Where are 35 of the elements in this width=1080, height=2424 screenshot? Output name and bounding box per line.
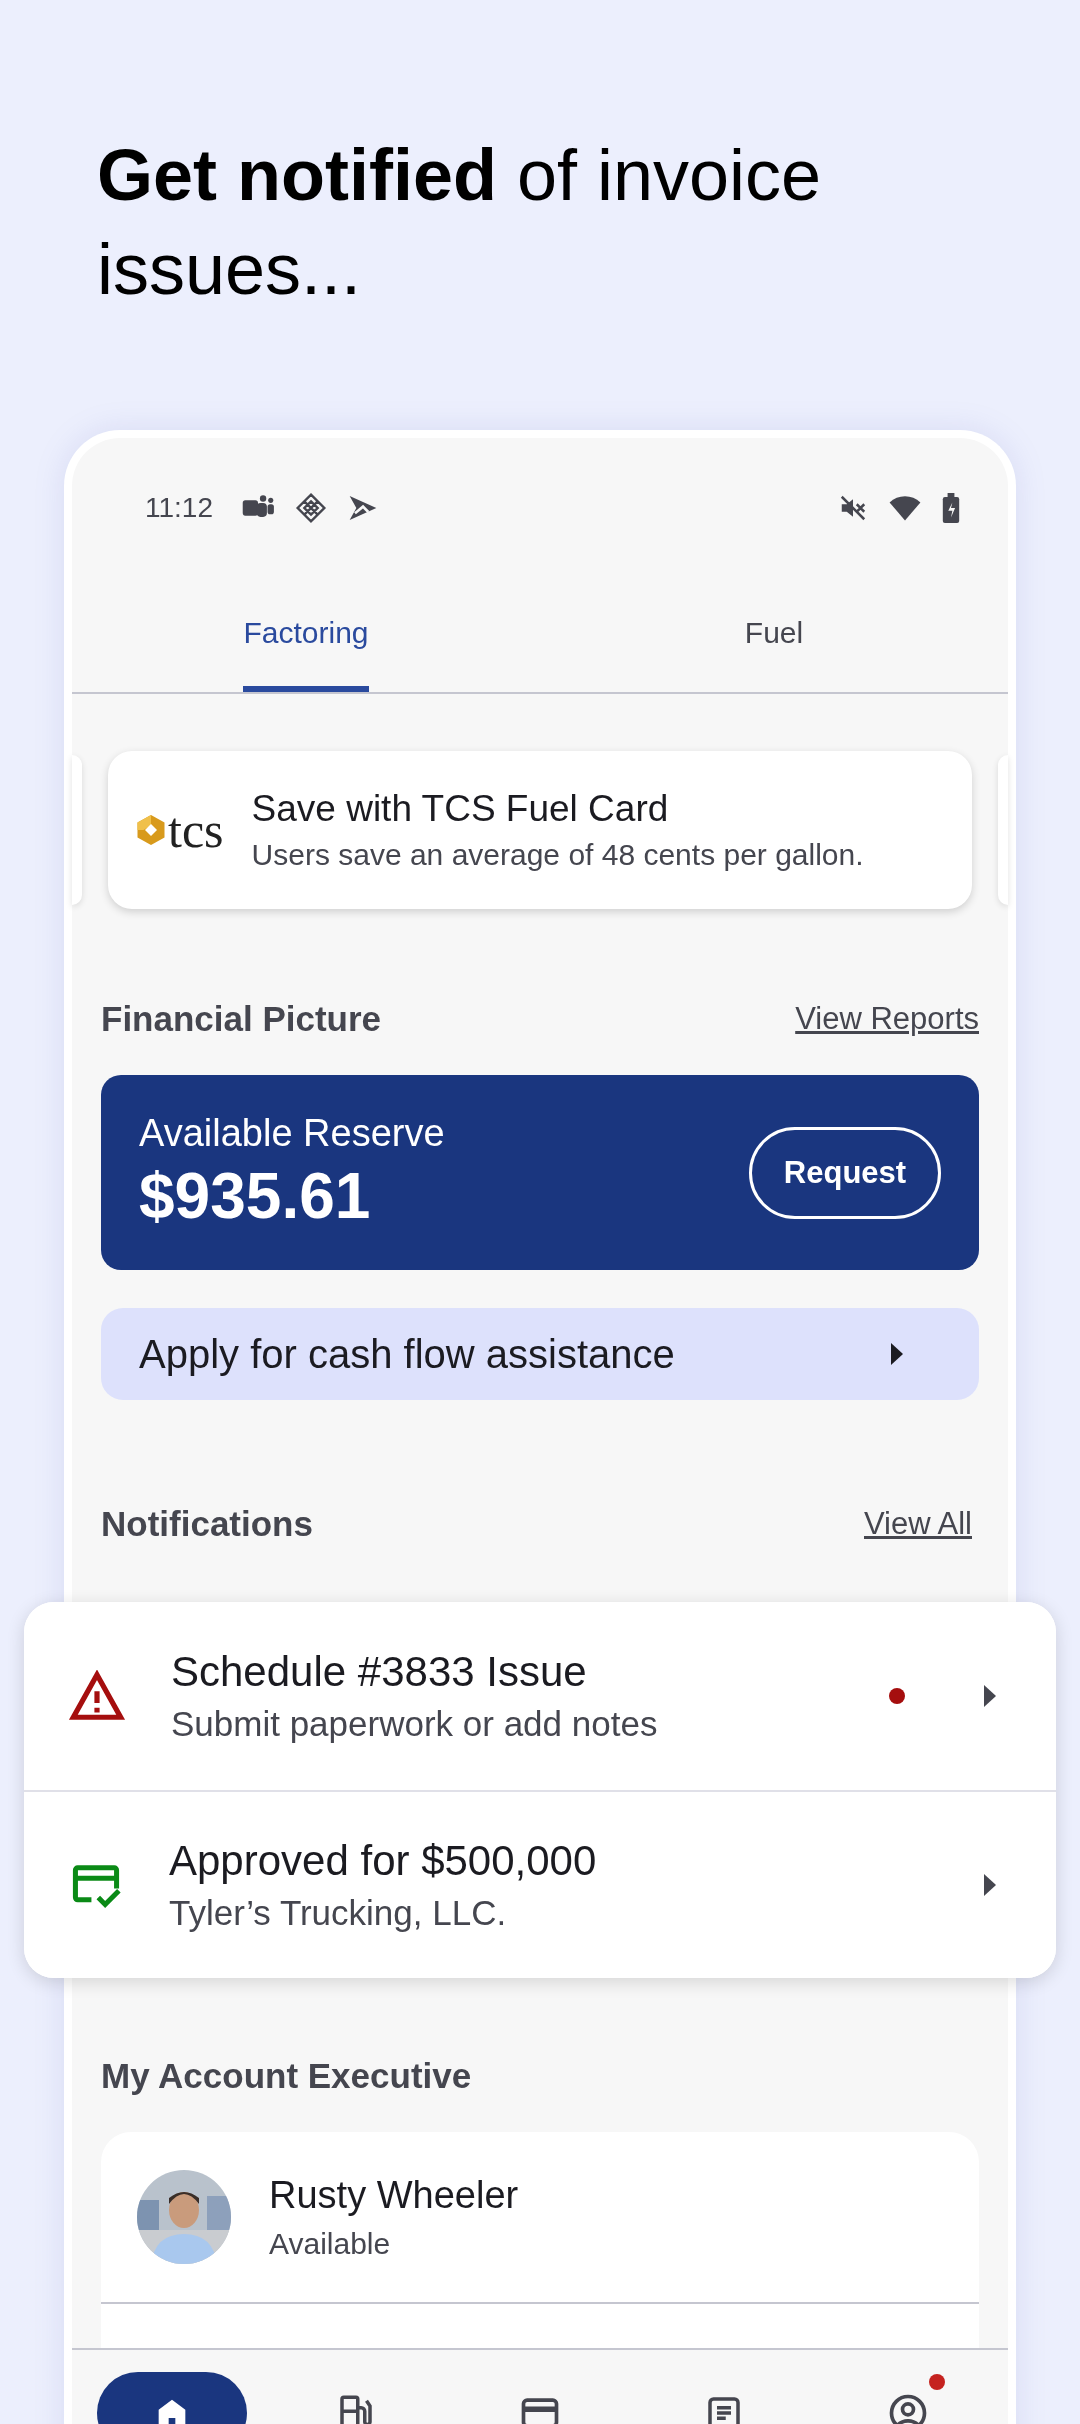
caret-icon: [984, 1685, 996, 1707]
assistance-button[interactable]: Apply for cash flow assistance: [101, 1308, 979, 1400]
view-all-link[interactable]: View All: [864, 1506, 972, 1542]
diamond-icon: [295, 492, 327, 524]
headline: Get notified of invoice issues...: [96, 134, 823, 311]
executive-name: Rusty Wheeler: [269, 2173, 519, 2217]
tab[interactable]: Fuel: [744, 528, 804, 692]
battery-icon: [942, 493, 960, 523]
section-heading: Financial Picture: [101, 999, 382, 1039]
promo-subtitle: Users save an average of 48 cents per gallon.: [251, 838, 864, 872]
notification-title: Approved for $500,000: [169, 1837, 598, 1885]
section-heading: Notifications: [101, 1504, 313, 1544]
promo-card[interactable]: tcs Save with TCS Fuel Card Users save an average of 48 cents per gallon.: [108, 751, 972, 909]
section-heading: My Account Executive: [101, 2056, 472, 2096]
request-button[interactable]: Request: [749, 1126, 941, 1219]
caret-icon: [984, 1874, 996, 1896]
notification-subtitle: Submit paperwork or add notes: [171, 1704, 659, 1744]
reserve-amount: $935.61: [139, 1159, 372, 1233]
executive-status: Available: [269, 2226, 392, 2261]
wifi-icon: [888, 494, 922, 522]
hexagon-icon: [136, 813, 166, 847]
view-reports-link[interactable]: View Reports: [795, 1001, 979, 1037]
notification-item[interactable]: Approved for $500,000 Tyler’s Trucking, LLC.: [24, 1790, 1056, 1978]
notification-subtitle: Tyler’s Trucking, LLC.: [169, 1893, 508, 1933]
logo-text: tcs: [168, 805, 224, 855]
assistance-label: Apply for cash flow assistance: [139, 1331, 675, 1377]
warning-icon: [68, 1670, 126, 1722]
mute-icon: [838, 493, 868, 523]
caret-icon: [891, 1343, 903, 1365]
status-time: 11:12: [145, 492, 213, 524]
notification-item[interactable]: Schedule #3833 Issue Submit paperwork or add notes: [24, 1602, 1056, 1790]
reserve-label: Available Reserve: [139, 1112, 445, 1155]
notification-title: Schedule #3833 Issue: [171, 1648, 588, 1696]
tab[interactable]: Factoring: [243, 528, 369, 692]
promo-title: Save with TCS Fuel Card: [251, 788, 670, 830]
